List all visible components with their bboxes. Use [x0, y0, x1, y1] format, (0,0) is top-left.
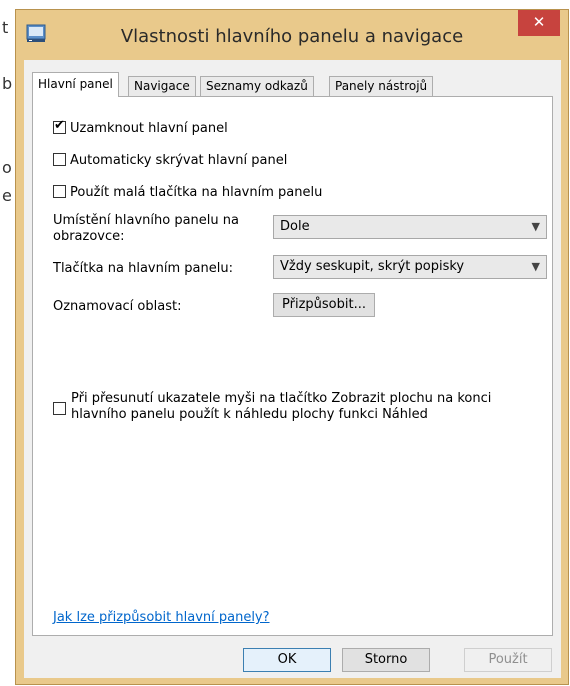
small-buttons-label: Použít malá tlačítka na hlavním panelu [70, 185, 323, 200]
close-button[interactable]: ✕ [518, 10, 560, 36]
auto-hide-checkbox[interactable] [53, 153, 66, 166]
tab-taskbar[interactable]: Hlavní panel [32, 72, 119, 97]
small-buttons-checkbox[interactable] [53, 185, 66, 198]
auto-hide-option[interactable]: Automaticky skrývat hlavní panel [53, 153, 287, 168]
title-bar[interactable]: Vlastnosti hlavního panelu a navigace ✕ [16, 10, 568, 62]
background-text: t [2, 18, 9, 37]
lock-taskbar-label: Uzamknout hlavní panel [70, 121, 228, 136]
lock-taskbar-option[interactable]: ✔ Uzamknout hlavní panel [53, 118, 228, 136]
window-title: Vlastnosti hlavního panelu a navigace [120, 26, 464, 47]
lock-taskbar-checkbox[interactable]: ✔ [53, 118, 66, 134]
notification-area-label: Oznamovací oblast: [53, 299, 182, 314]
chevron-down-icon: ▼ [531, 260, 540, 273]
ok-button[interactable]: OK [243, 648, 331, 672]
background-text: o [2, 158, 12, 177]
dialog-body: Hlavní panel Navigace Seznamy odkazů Pan… [24, 60, 561, 678]
small-buttons-option[interactable]: Použít malá tlačítka na hlavním panelu [53, 185, 322, 200]
peek-option[interactable]: Při přesunutí ukazatele myši na tlačítko… [53, 391, 533, 423]
background-text: b [2, 74, 13, 93]
background-text: e [2, 186, 12, 205]
close-icon: ✕ [532, 13, 546, 31]
checkmark-icon: ✔ [54, 118, 65, 133]
chevron-down-icon: ▼ [531, 220, 540, 233]
taskbar-location-select[interactable]: Dole ▼ [273, 215, 547, 239]
customize-button[interactable]: Přizpůsobit... [273, 293, 375, 317]
help-link[interactable]: Jak lze přizpůsobit hlavní panely? [53, 610, 270, 625]
apply-button[interactable]: Použít [464, 648, 552, 672]
tab-panel-taskbar: ✔ Uzamknout hlavní panel Automaticky skrý… [32, 96, 553, 636]
taskbar-location-label: Umístění hlavního panelu na obrazovce: [53, 213, 239, 244]
tab-navigation[interactable]: Navigace [128, 76, 196, 96]
peek-checkbox[interactable] [53, 402, 66, 415]
taskbar-buttons-label: Tlačítka na hlavním panelu: [53, 261, 233, 276]
taskbar-buttons-value: Vždy seskupit, skrýt popisky [280, 259, 465, 274]
taskbar-buttons-select[interactable]: Vždy seskupit, skrýt popisky ▼ [273, 255, 547, 279]
tab-jump-lists[interactable]: Seznamy odkazů [200, 76, 314, 96]
taskbar-properties-dialog: Vlastnosti hlavního panelu a navigace ✕ … [15, 9, 569, 685]
tab-toolbars[interactable]: Panely nástrojů [329, 76, 434, 96]
taskbar-location-value: Dole [280, 219, 310, 234]
cancel-button[interactable]: Storno [342, 648, 430, 672]
peek-label: Při přesunutí ukazatele myši na tlačítko… [71, 391, 492, 422]
auto-hide-label: Automaticky skrývat hlavní panel [70, 153, 288, 168]
